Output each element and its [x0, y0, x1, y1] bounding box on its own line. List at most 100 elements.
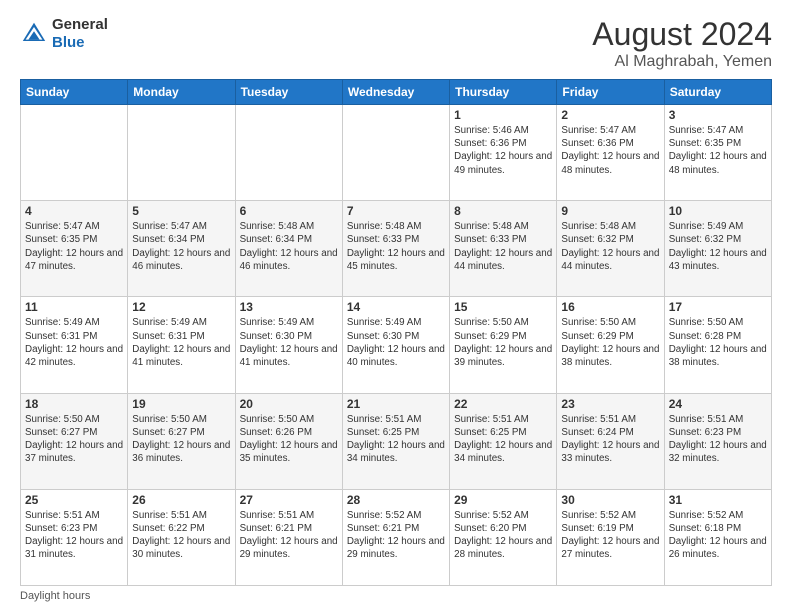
header-row: SundayMondayTuesdayWednesdayThursdayFrid…	[21, 80, 772, 105]
day-number: 28	[347, 493, 445, 507]
week-row-3: 18 Sunrise: 5:50 AM Sunset: 6:27 PM Dayli…	[21, 393, 772, 489]
calendar-cell: 27 Sunrise: 5:51 AM Sunset: 6:21 PM Dayli…	[235, 489, 342, 585]
day-number: 5	[132, 204, 230, 218]
calendar-cell: 6 Sunrise: 5:48 AM Sunset: 6:34 PM Daylig…	[235, 201, 342, 297]
day-number: 15	[454, 300, 552, 314]
calendar-table: SundayMondayTuesdayWednesdayThursdayFrid…	[20, 79, 772, 586]
calendar-cell: 13Sunrise: 5:49 AM Sunset: 6:30 PM Dayli…	[235, 297, 342, 393]
day-number: 9	[561, 204, 659, 218]
day-header-tuesday: Tuesday	[235, 80, 342, 105]
day-info: Sunrise: 5:49 AM Sunset: 6:31 PM Dayligh…	[132, 316, 230, 369]
logo: General Blue	[20, 16, 108, 52]
day-number: 26	[132, 493, 230, 507]
day-info: Sunrise: 5:50 AM Sunset: 6:26 PM Dayligh…	[240, 413, 338, 466]
calendar-cell: 4 Sunrise: 5:47 AM Sunset: 6:35 PM Daylig…	[21, 201, 128, 297]
week-row-2: 11 Sunrise: 5:49 AM Sunset: 6:31 PM Dayli…	[21, 297, 772, 393]
day-number: 23	[561, 397, 659, 411]
calendar-cell: 1 Sunrise: 5:46 AM Sunset: 6:36 PM Daylig…	[450, 105, 557, 201]
day-number: 21	[347, 397, 445, 411]
calendar-cell: 23Sunrise: 5:51 AM Sunset: 6:24 PM Dayli…	[557, 393, 664, 489]
day-info: Sunrise: 5:50 AM Sunset: 6:29 PM Dayligh…	[454, 316, 552, 369]
calendar-cell: 30Sunrise: 5:52 AM Sunset: 6:19 PM Dayli…	[557, 489, 664, 585]
day-number: 1	[454, 108, 552, 122]
day-number: 4	[25, 204, 123, 218]
day-number: 13	[240, 300, 338, 314]
calendar-cell: 31Sunrise: 5:52 AM Sunset: 6:18 PM Dayli…	[664, 489, 771, 585]
day-info: Sunrise: 5:48 AM Sunset: 6:32 PM Dayligh…	[561, 220, 659, 273]
calendar-cell: 17Sunrise: 5:50 AM Sunset: 6:28 PM Dayli…	[664, 297, 771, 393]
day-number: 11	[25, 300, 123, 314]
calendar-cell: 22 Sunrise: 5:51 AM Sunset: 6:25 PM Dayli…	[450, 393, 557, 489]
month-year: August 2024	[592, 16, 772, 53]
day-header-thursday: Thursday	[450, 80, 557, 105]
day-number: 2	[561, 108, 659, 122]
day-info: Sunrise: 5:52 AM Sunset: 6:21 PM Dayligh…	[347, 509, 445, 562]
day-info: Sunrise: 5:48 AM Sunset: 6:34 PM Dayligh…	[240, 220, 338, 273]
day-info: Sunrise: 5:47 AM Sunset: 6:36 PM Dayligh…	[561, 124, 659, 177]
header: General Blue August 2024 Al Maghrabah, Y…	[20, 16, 772, 71]
day-number: 8	[454, 204, 552, 218]
day-info: Sunrise: 5:46 AM Sunset: 6:36 PM Dayligh…	[454, 124, 552, 177]
calendar-cell: 21Sunrise: 5:51 AM Sunset: 6:25 PM Dayli…	[342, 393, 449, 489]
day-number: 10	[669, 204, 767, 218]
calendar-cell: 5 Sunrise: 5:47 AM Sunset: 6:34 PM Daylig…	[128, 201, 235, 297]
day-info: Sunrise: 5:47 AM Sunset: 6:34 PM Dayligh…	[132, 220, 230, 273]
calendar-cell: 20 Sunrise: 5:50 AM Sunset: 6:26 PM Dayli…	[235, 393, 342, 489]
day-info: Sunrise: 5:48 AM Sunset: 6:33 PM Dayligh…	[347, 220, 445, 273]
day-number: 18	[25, 397, 123, 411]
day-info: Sunrise: 5:51 AM Sunset: 6:23 PM Dayligh…	[25, 509, 123, 562]
calendar-cell: 12 Sunrise: 5:49 AM Sunset: 6:31 PM Dayli…	[128, 297, 235, 393]
calendar-cell	[128, 105, 235, 201]
day-info: Sunrise: 5:49 AM Sunset: 6:30 PM Dayligh…	[347, 316, 445, 369]
day-number: 24	[669, 397, 767, 411]
day-number: 27	[240, 493, 338, 507]
calendar-cell: 11 Sunrise: 5:49 AM Sunset: 6:31 PM Dayli…	[21, 297, 128, 393]
day-number: 7	[347, 204, 445, 218]
day-number: 29	[454, 493, 552, 507]
calendar-cell: 25Sunrise: 5:51 AM Sunset: 6:23 PM Dayli…	[21, 489, 128, 585]
calendar-cell: 26 Sunrise: 5:51 AM Sunset: 6:22 PM Dayli…	[128, 489, 235, 585]
day-header-saturday: Saturday	[664, 80, 771, 105]
day-number: 12	[132, 300, 230, 314]
day-header-wednesday: Wednesday	[342, 80, 449, 105]
page: General Blue August 2024 Al Maghrabah, Y…	[0, 0, 792, 612]
day-info: Sunrise: 5:51 AM Sunset: 6:25 PM Dayligh…	[454, 413, 552, 466]
day-info: Sunrise: 5:52 AM Sunset: 6:19 PM Dayligh…	[561, 509, 659, 562]
calendar-cell: 16 Sunrise: 5:50 AM Sunset: 6:29 PM Dayli…	[557, 297, 664, 393]
calendar-cell: 9 Sunrise: 5:48 AM Sunset: 6:32 PM Daylig…	[557, 201, 664, 297]
week-row-1: 4 Sunrise: 5:47 AM Sunset: 6:35 PM Daylig…	[21, 201, 772, 297]
day-number: 22	[454, 397, 552, 411]
day-info: Sunrise: 5:52 AM Sunset: 6:20 PM Dayligh…	[454, 509, 552, 562]
day-header-sunday: Sunday	[21, 80, 128, 105]
day-header-friday: Friday	[557, 80, 664, 105]
logo-text: General Blue	[52, 16, 108, 52]
calendar-cell: 10 Sunrise: 5:49 AM Sunset: 6:32 PM Dayli…	[664, 201, 771, 297]
calendar-cell	[235, 105, 342, 201]
day-info: Sunrise: 5:50 AM Sunset: 6:27 PM Dayligh…	[25, 413, 123, 466]
week-row-4: 25Sunrise: 5:51 AM Sunset: 6:23 PM Dayli…	[21, 489, 772, 585]
day-number: 16	[561, 300, 659, 314]
calendar-cell: 24 Sunrise: 5:51 AM Sunset: 6:23 PM Dayli…	[664, 393, 771, 489]
location: Al Maghrabah, Yemen	[592, 53, 772, 71]
day-info: Sunrise: 5:48 AM Sunset: 6:33 PM Dayligh…	[454, 220, 552, 273]
day-number: 20	[240, 397, 338, 411]
day-info: Sunrise: 5:47 AM Sunset: 6:35 PM Dayligh…	[25, 220, 123, 273]
day-info: Sunrise: 5:50 AM Sunset: 6:29 PM Dayligh…	[561, 316, 659, 369]
calendar-cell: 28 Sunrise: 5:52 AM Sunset: 6:21 PM Dayli…	[342, 489, 449, 585]
calendar-cell: 14Sunrise: 5:49 AM Sunset: 6:30 PM Dayli…	[342, 297, 449, 393]
day-info: Sunrise: 5:51 AM Sunset: 6:21 PM Dayligh…	[240, 509, 338, 562]
calendar-cell: 18 Sunrise: 5:50 AM Sunset: 6:27 PM Dayli…	[21, 393, 128, 489]
day-info: Sunrise: 5:51 AM Sunset: 6:22 PM Dayligh…	[132, 509, 230, 562]
logo-icon	[20, 20, 48, 48]
day-number: 6	[240, 204, 338, 218]
day-info: Sunrise: 5:51 AM Sunset: 6:23 PM Dayligh…	[669, 413, 767, 466]
day-number: 17	[669, 300, 767, 314]
calendar-cell: 3Sunrise: 5:47 AM Sunset: 6:35 PM Daylig…	[664, 105, 771, 201]
day-number: 19	[132, 397, 230, 411]
day-info: Sunrise: 5:49 AM Sunset: 6:32 PM Dayligh…	[669, 220, 767, 273]
day-number: 3	[669, 108, 767, 122]
calendar-cell	[342, 105, 449, 201]
calendar-cell: 8 Sunrise: 5:48 AM Sunset: 6:33 PM Daylig…	[450, 201, 557, 297]
day-info: Sunrise: 5:49 AM Sunset: 6:31 PM Dayligh…	[25, 316, 123, 369]
calendar-cell: 15 Sunrise: 5:50 AM Sunset: 6:29 PM Dayli…	[450, 297, 557, 393]
